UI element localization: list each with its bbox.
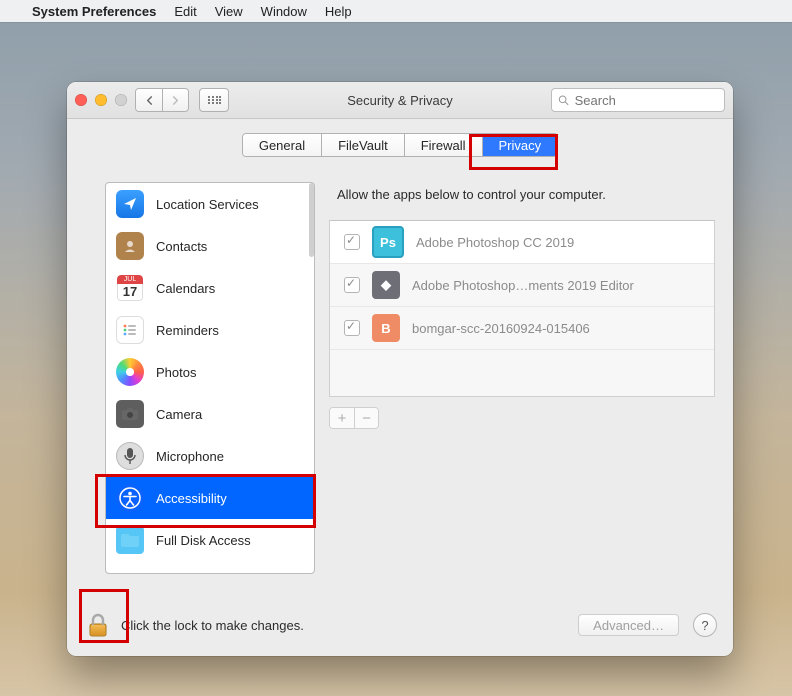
sidebar-item-reminders[interactable]: Reminders — [106, 309, 314, 351]
folder-icon — [116, 526, 144, 554]
app-icon: Ps — [372, 226, 404, 258]
sidebar-item-label: Camera — [156, 407, 202, 422]
show-all-button[interactable] — [199, 88, 229, 112]
lock-text: Click the lock to make changes. — [121, 618, 304, 633]
right-pane: Allow the apps below to control your com… — [329, 182, 715, 572]
window-titlebar: Security & Privacy — [67, 82, 733, 119]
macos-menubar: System Preferences Edit View Window Help — [0, 0, 792, 22]
menubar-item-help[interactable]: Help — [325, 4, 352, 19]
body-area: Location Services Contacts JUL 17 Calend… — [105, 182, 715, 572]
privacy-sidebar: Location Services Contacts JUL 17 Calend… — [105, 182, 315, 574]
photos-icon — [116, 358, 144, 386]
app-icon: B — [372, 314, 400, 342]
location-arrow-icon — [116, 190, 144, 218]
sidebar-item-accessibility[interactable]: Accessibility — [106, 477, 314, 519]
add-app-button[interactable]: + — [330, 408, 354, 428]
sidebar-item-label: Microphone — [156, 449, 224, 464]
tab-privacy[interactable]: Privacy — [483, 134, 558, 156]
sidebar-item-label: Reminders — [156, 323, 219, 338]
nav-segment — [135, 88, 189, 112]
app-row[interactable]: Ps Adobe Photoshop CC 2019 — [330, 221, 714, 264]
app-name-label: bomgar-scc-20160924-015406 — [412, 321, 590, 336]
sidebar-item-label: Full Disk Access — [156, 533, 251, 548]
bottom-bar: Click the lock to make changes. Advanced… — [83, 610, 717, 640]
accessibility-icon — [116, 484, 144, 512]
preferences-window: Security & Privacy General FileVault Fir… — [67, 82, 733, 656]
tab-general[interactable]: General — [243, 134, 322, 156]
sidebar-item-label: Calendars — [156, 281, 215, 296]
app-list: Ps Adobe Photoshop CC 2019 ◆ Adobe Photo… — [329, 220, 715, 397]
search-input[interactable] — [573, 92, 718, 109]
sidebar-scroll-indicator[interactable] — [309, 183, 314, 257]
sidebar-item-label: Accessibility — [156, 491, 227, 506]
advanced-button[interactable]: Advanced… — [578, 614, 679, 636]
app-name-label: Adobe Photoshop CC 2019 — [416, 235, 574, 250]
reminders-icon — [116, 316, 144, 344]
tab-firewall[interactable]: Firewall — [405, 134, 483, 156]
sidebar-item-photos[interactable]: Photos — [106, 351, 314, 393]
window-minimize-button[interactable] — [95, 94, 107, 106]
add-remove-segment: + − — [329, 407, 379, 429]
tabs-row: General FileVault Firewall Privacy — [67, 133, 733, 157]
menubar-item-window[interactable]: Window — [261, 4, 307, 19]
instruction-text: Allow the apps below to control your com… — [337, 187, 715, 202]
app-icon: ◆ — [372, 271, 400, 299]
sidebar-item-label: Contacts — [156, 239, 207, 254]
segment-tabs: General FileVault Firewall Privacy — [242, 133, 558, 157]
sidebar-item-calendars[interactable]: JUL 17 Calendars — [106, 267, 314, 309]
back-button[interactable] — [136, 89, 162, 111]
search-icon — [558, 94, 569, 106]
menubar-item-view[interactable]: View — [215, 4, 243, 19]
app-checkbox[interactable] — [344, 320, 360, 336]
app-checkbox[interactable] — [344, 234, 360, 250]
app-row[interactable]: ◆ Adobe Photoshop…ments 2019 Editor — [330, 264, 714, 307]
microphone-icon — [116, 442, 144, 470]
lock-icon[interactable] — [83, 610, 113, 640]
search-field[interactable] — [551, 88, 725, 112]
sidebar-item-location-services[interactable]: Location Services — [106, 183, 314, 225]
menubar-item-edit[interactable]: Edit — [174, 4, 196, 19]
window-traffic-lights — [75, 94, 127, 106]
app-name-label: Adobe Photoshop…ments 2019 Editor — [412, 278, 634, 293]
help-button[interactable]: ? — [693, 613, 717, 637]
menubar-app-name[interactable]: System Preferences — [32, 4, 156, 19]
app-checkbox[interactable] — [344, 277, 360, 293]
sidebar-item-camera[interactable]: Camera — [106, 393, 314, 435]
sidebar-item-full-disk-access[interactable]: Full Disk Access — [106, 519, 314, 561]
sidebar-item-contacts[interactable]: Contacts — [106, 225, 314, 267]
window-zoom-button[interactable] — [115, 94, 127, 106]
forward-button[interactable] — [162, 89, 188, 111]
tab-filevault[interactable]: FileVault — [322, 134, 405, 156]
contacts-icon — [116, 232, 144, 260]
window-close-button[interactable] — [75, 94, 87, 106]
remove-app-button[interactable]: − — [354, 408, 378, 428]
camera-icon — [116, 400, 144, 428]
sidebar-item-label: Location Services — [156, 197, 259, 212]
calendar-icon: JUL 17 — [116, 274, 144, 302]
sidebar-item-label: Photos — [156, 365, 196, 380]
sidebar-item-microphone[interactable]: Microphone — [106, 435, 314, 477]
app-row[interactable]: B bomgar-scc-20160924-015406 — [330, 307, 714, 350]
